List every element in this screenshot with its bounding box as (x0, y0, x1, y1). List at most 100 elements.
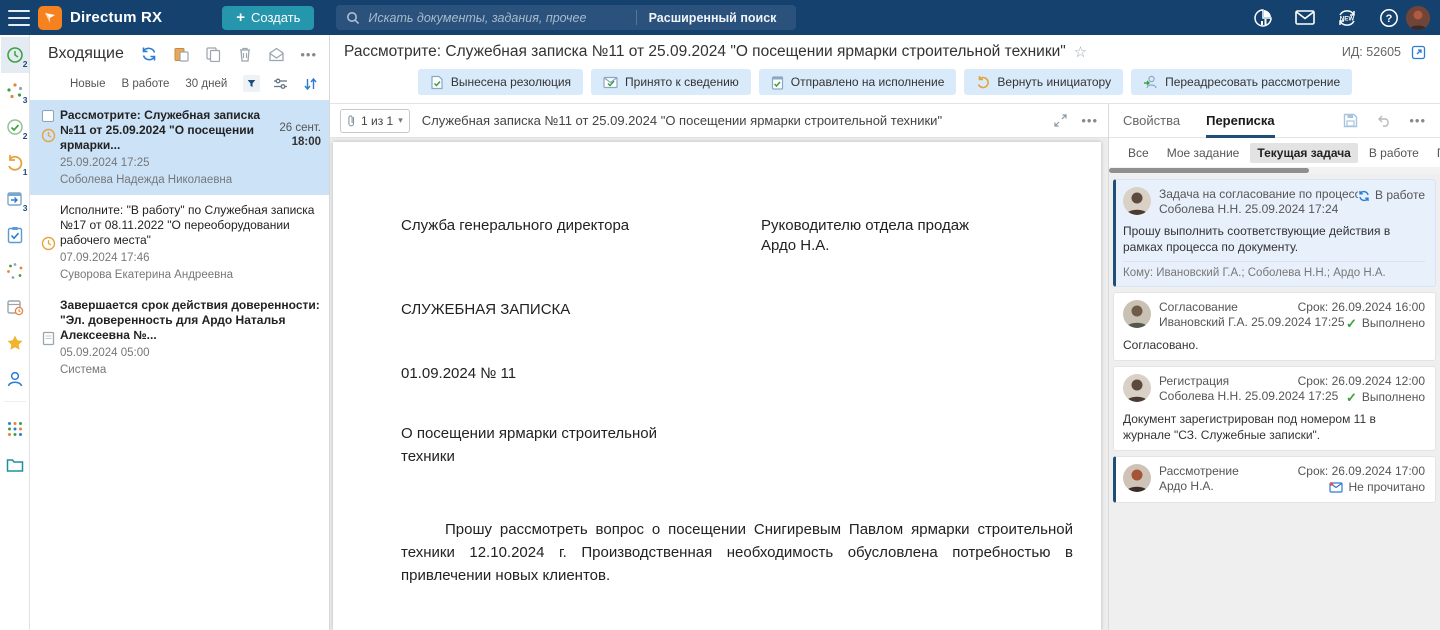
card-status: В работе (1375, 188, 1425, 203)
advanced-search-button[interactable]: Расширенный поиск (639, 11, 787, 25)
badge: 3 (23, 95, 28, 105)
refresh-icon[interactable] (140, 46, 157, 63)
expand-icon[interactable] (1054, 114, 1067, 127)
rail-completed-icon[interactable]: 2 (1, 109, 29, 145)
chevron-down-icon: ▾ (398, 115, 403, 126)
return-to-initiator-button[interactable]: Вернуть инициатору (964, 69, 1123, 95)
badge: 2 (23, 131, 28, 141)
button-label: Вынесена резолюция (451, 75, 571, 89)
filter-all[interactable]: Все (1121, 143, 1156, 163)
user-avatar[interactable] (1406, 6, 1430, 30)
sent-for-execution-button[interactable]: Отправлено на исполнение (759, 69, 957, 95)
filter-overdue[interactable]: Просроченные (1430, 143, 1440, 163)
avatar (1123, 300, 1151, 328)
card-status: Не прочитано (1348, 480, 1425, 495)
doc-recipient-name: Ардо Н.А. (761, 236, 1073, 256)
forward-review-button[interactable]: Переадресовать рассмотрение (1131, 69, 1352, 95)
open-in-window-icon[interactable] (1411, 45, 1426, 60)
card-deadline: Срок: 26.09.2024 12:00 (1298, 374, 1425, 389)
search-input[interactable]: Искать документы, задания, прочее Расшир… (336, 5, 796, 30)
settings-sliders-icon[interactable] (272, 75, 289, 92)
tab-new[interactable]: Новые (70, 78, 105, 90)
button-label: Принято к сведению (625, 75, 739, 89)
item-title: Завершается срок действия доверенности: … (60, 298, 321, 343)
help-icon[interactable]: ? (1378, 7, 1400, 29)
sent-clipboard-icon (771, 75, 784, 90)
item-checkbox[interactable] (42, 110, 54, 122)
horizontal-scrollbar[interactable] (1109, 167, 1440, 174)
tab-30-days[interactable]: 30 дней (185, 78, 227, 90)
correspondence-card-registration[interactable]: Регистрация Соболева Н.Н. 25.09.2024 17:… (1113, 366, 1436, 451)
sort-icon[interactable] (301, 75, 318, 92)
rail-in-progress-icon[interactable]: 3 (1, 73, 29, 109)
filter-in-progress[interactable]: В работе (1362, 143, 1426, 163)
document-page-area[interactable]: Служба генерального директора Руководите… (330, 138, 1108, 630)
rail-components-icon[interactable] (1, 411, 29, 447)
viewer-more-icon[interactable]: ••• (1081, 113, 1098, 128)
scrollbar-thumb[interactable] (1109, 168, 1309, 173)
create-button[interactable]: + Создать (222, 6, 314, 30)
accepted-envelope-icon (603, 75, 618, 89)
rail-folders-icon[interactable] (1, 447, 29, 483)
menu-hamburger-icon[interactable] (8, 10, 30, 26)
list-item[interactable]: Завершается срок действия доверенности: … (30, 290, 329, 385)
undo-icon[interactable] (1376, 115, 1391, 127)
avatar (1123, 464, 1151, 492)
rail-processes-icon[interactable] (1, 253, 29, 289)
copy-icon[interactable] (204, 46, 221, 63)
rail-substitutions-icon[interactable] (1, 361, 29, 397)
paperclip-icon (347, 114, 356, 127)
correspondence-card-review[interactable]: Рассмотрение Ардо Н.А. Срок: 26.09.2024 … (1113, 456, 1436, 503)
mail-icon[interactable] (1294, 7, 1316, 29)
sidebar-more-icon[interactable]: ••• (1409, 113, 1426, 128)
mark-read-envelope-icon[interactable] (268, 46, 285, 63)
notice-document-icon (42, 331, 55, 346)
return-arrow-icon (976, 75, 990, 89)
rail-tasks-icon[interactable] (1, 217, 29, 253)
resolution-doc-icon (430, 75, 444, 90)
tab-in-progress[interactable]: В работе (121, 78, 169, 90)
avatar (1123, 187, 1151, 215)
page-selector[interactable]: 1 из 1 ▾ (340, 109, 410, 133)
more-actions-icon[interactable]: ••• (300, 47, 317, 62)
rail-calendar-icon[interactable] (1, 289, 29, 325)
favorite-star-icon[interactable]: ☆ (1074, 43, 1087, 61)
card-author-date: Соболева Н.Н. 25.09.2024 17:25 (1159, 389, 1298, 404)
rail-favorites-icon[interactable] (1, 325, 29, 361)
filter-my-assignment[interactable]: Мое задание (1160, 143, 1247, 163)
correspondence-card-task[interactable]: Задача на согласование по процессу Собол… (1113, 179, 1436, 287)
rail-sent-icon[interactable]: 3 (1, 181, 29, 217)
rail-assignments-icon[interactable]: 2 (1, 37, 29, 73)
card-deadline: Срок: 26.09.2024 16:00 (1298, 300, 1425, 315)
card-status: Выполнено (1362, 316, 1425, 331)
save-icon[interactable] (1343, 113, 1358, 128)
document-viewer: 1 из 1 ▾ Служебная записка №11 от 25.09.… (330, 103, 1108, 630)
filter-funnel-icon[interactable] (243, 75, 260, 92)
paste-icon[interactable] (172, 46, 189, 63)
correspondence-card-approval[interactable]: Согласование Ивановский Г.А. 25.09.2024 … (1113, 292, 1436, 361)
whats-new-icon[interactable]: NEW (1336, 7, 1358, 29)
card-recipients: Кому: Ивановский Г.А.; Соболева Н.Н.; Ар… (1123, 261, 1425, 279)
card-author-date: Соболева Н.Н. 25.09.2024 17:24 (1159, 202, 1358, 217)
delete-icon[interactable] (236, 46, 253, 63)
main-area: Рассмотрите: Служебная записка №11 от 25… (330, 35, 1440, 630)
card-author-date: Ардо Н.А. (1159, 479, 1298, 494)
directum-logo-icon[interactable] (38, 6, 62, 30)
list-item[interactable]: Рассмотрите: Служебная записка №11 от 25… (30, 100, 329, 195)
statistics-icon[interactable] (1252, 7, 1274, 29)
task-id: ИД: 52605 (1342, 45, 1401, 59)
tab-correspondence[interactable]: Переписка (1206, 104, 1275, 138)
deadline-clock-icon (41, 128, 56, 143)
button-label: Переадресовать рассмотрение (1165, 75, 1340, 89)
app-window: Directum RX + Создать Искать документы, … (0, 0, 1440, 630)
rail-returned-icon[interactable]: 1 (1, 145, 29, 181)
card-status: Выполнено (1362, 390, 1425, 405)
badge: 1 (23, 167, 28, 177)
tab-properties[interactable]: Свойства (1123, 104, 1180, 138)
accepted-button[interactable]: Принято к сведению (591, 69, 751, 95)
doc-subject: О посещении ярмарки строительной техники (401, 422, 701, 468)
task-header: Рассмотрите: Служебная записка №11 от 25… (330, 35, 1440, 103)
resolution-button[interactable]: Вынесена резолюция (418, 69, 583, 95)
list-item[interactable]: Исполните: "В работу" по Служебная запис… (30, 195, 329, 290)
filter-current-task[interactable]: Текущая задача (1250, 143, 1357, 163)
